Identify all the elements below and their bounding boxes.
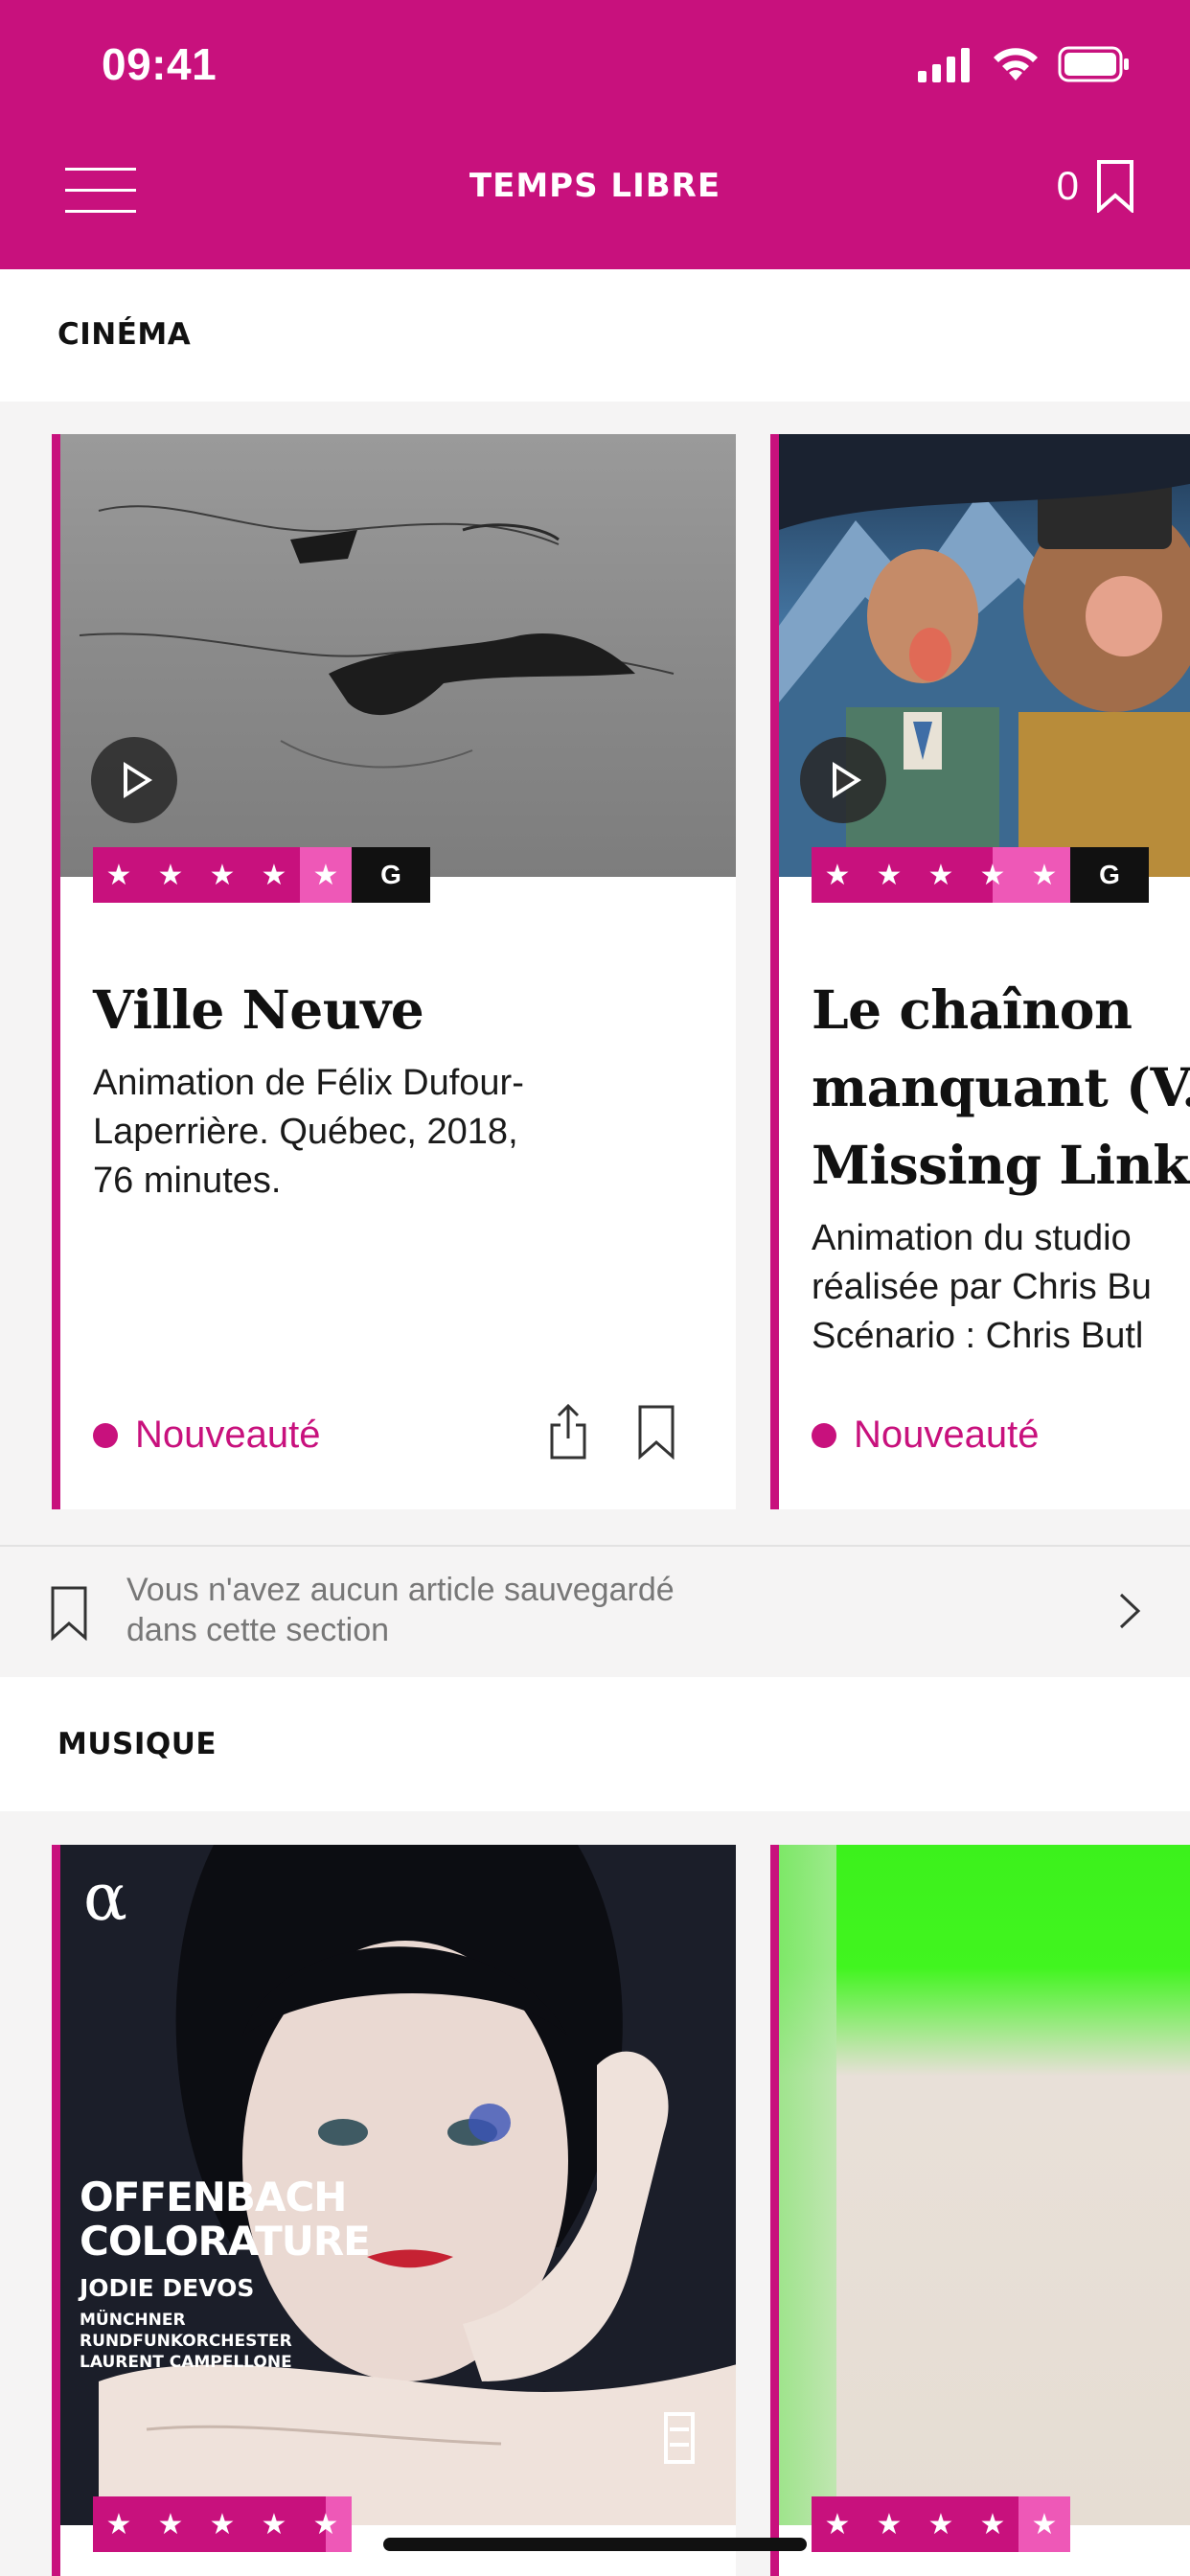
- bookmark-icon: [51, 1586, 87, 1641]
- new-badge: Nouveauté: [93, 1414, 320, 1457]
- wifi-icon: [994, 48, 1038, 80]
- star-icon: ★: [967, 847, 1018, 903]
- star-icon: ★: [824, 858, 851, 892]
- dot-icon: [812, 1422, 836, 1448]
- rating-badge: ★ ★ ★ ★ ★: [93, 2496, 352, 2552]
- section-title: CINÉMA: [57, 317, 192, 352]
- star-icon: ★: [876, 2507, 903, 2542]
- movie-card[interactable]: ★ ★ ★ ★ ★ G Le chaînon manquant (V.F. Mi…: [770, 434, 1190, 1509]
- album-cover: α OFFENBACH COLORATURE JODIE DEVOS MÜNCH…: [60, 1845, 736, 2525]
- publisher-logo: [664, 2412, 695, 2464]
- star-icon: ★: [209, 858, 236, 892]
- star-rating: ★ ★ ★ ★ ★: [812, 2496, 1070, 2552]
- home-indicator[interactable]: [383, 2538, 807, 2551]
- star-icon: ★: [209, 2507, 236, 2542]
- play-button[interactable]: [91, 737, 177, 823]
- saved-articles-button[interactable]: 0: [1057, 159, 1134, 213]
- star-icon: ★: [979, 2507, 1006, 2542]
- star-icon: ★: [927, 2507, 954, 2542]
- card-actions: [549, 1402, 675, 1461]
- star-icon: ★: [261, 2507, 287, 2542]
- star-icon: ★: [300, 2496, 352, 2552]
- star-icon: ★: [261, 858, 287, 892]
- star-icon: ★: [1018, 847, 1070, 903]
- rating-badge: ★ ★ ★ ★ ★: [812, 2496, 1070, 2552]
- movie-image: [60, 434, 736, 877]
- movie-card[interactable]: ★ ★ ★ ★ ★ G Ville Neuve Animation de Fél…: [52, 434, 736, 1509]
- play-button[interactable]: [800, 737, 886, 823]
- saved-articles-message: Vous n'avez aucun article sauvegardé dan…: [126, 1572, 675, 1648]
- album-credits: MÜNCHNER RUNDFUNKORCHESTER LAURENT CAMPE…: [80, 2311, 292, 2372]
- star-rating: ★ ★ ★ ★ ★: [93, 847, 352, 903]
- star-icon: ★: [105, 858, 132, 892]
- star-icon: ★: [105, 2507, 132, 2542]
- section-header-musique: MUSIQUE: [0, 1677, 1190, 1811]
- section-header-cinema: CINÉMA: [0, 269, 1190, 402]
- album-card[interactable]: α OFFENBACH COLORATURE JODIE DEVOS MÜNCH…: [52, 1845, 736, 2576]
- section-title: MUSIQUE: [57, 1727, 217, 1761]
- rating-badge: ★ ★ ★ ★ ★ G: [812, 847, 1149, 903]
- card-description: Animation du studio réalisée par Chris B…: [812, 1218, 1152, 1356]
- bookmark-icon[interactable]: [637, 1404, 675, 1460]
- signal-icon: [918, 48, 970, 82]
- card-title: Ville Neuve: [93, 978, 424, 1041]
- star-rating: ★ ★ ★ ★ ★: [812, 847, 1070, 903]
- status-icons: [918, 46, 1131, 82]
- app-header: 09:41 TEMPS LIBRE 0: [0, 0, 1190, 269]
- rating-grade: G: [352, 847, 430, 903]
- bookmark-icon: [1097, 160, 1133, 213]
- album-artist: JODIE DEVOS: [80, 2274, 255, 2302]
- star-icon: ★: [157, 858, 184, 892]
- album-card[interactable]: ★ ★ ★ ★ ★: [770, 1845, 1190, 2576]
- star-icon: ★: [876, 858, 903, 892]
- saved-articles-row[interactable]: Vous n'avez aucun article sauvegardé dan…: [0, 1545, 1190, 1677]
- card-description: Animation de Félix Dufour- Laperrière. Q…: [93, 1063, 524, 1201]
- saved-count: 0: [1056, 163, 1079, 208]
- album-cover: [779, 1845, 1190, 2525]
- status-time: 09:41: [102, 39, 217, 89]
- battery-icon: [1058, 46, 1129, 82]
- star-icon: ★: [927, 858, 954, 892]
- page-title: TEMPS LIBRE: [469, 167, 721, 205]
- star-icon: ★: [1018, 2496, 1070, 2552]
- new-badge: Nouveauté: [812, 1414, 1039, 1457]
- star-icon: ★: [157, 2507, 184, 2542]
- rating-badge: ★ ★ ★ ★ ★ G: [93, 847, 430, 903]
- movie-image: [779, 434, 1190, 877]
- dot-icon: [93, 1422, 118, 1448]
- rating-grade: G: [1070, 847, 1149, 903]
- label-logo: α: [83, 1860, 127, 1936]
- chevron-right-icon: [1119, 1593, 1141, 1629]
- card-title: Le chaînon manquant (V.F. Missing Link): [812, 978, 1190, 1196]
- star-icon: ★: [300, 847, 352, 903]
- share-icon[interactable]: [549, 1402, 587, 1461]
- star-rating: ★ ★ ★ ★ ★: [93, 2496, 352, 2552]
- album-title: OFFENBACH COLORATURE: [80, 2174, 371, 2265]
- star-icon: ★: [824, 2507, 851, 2542]
